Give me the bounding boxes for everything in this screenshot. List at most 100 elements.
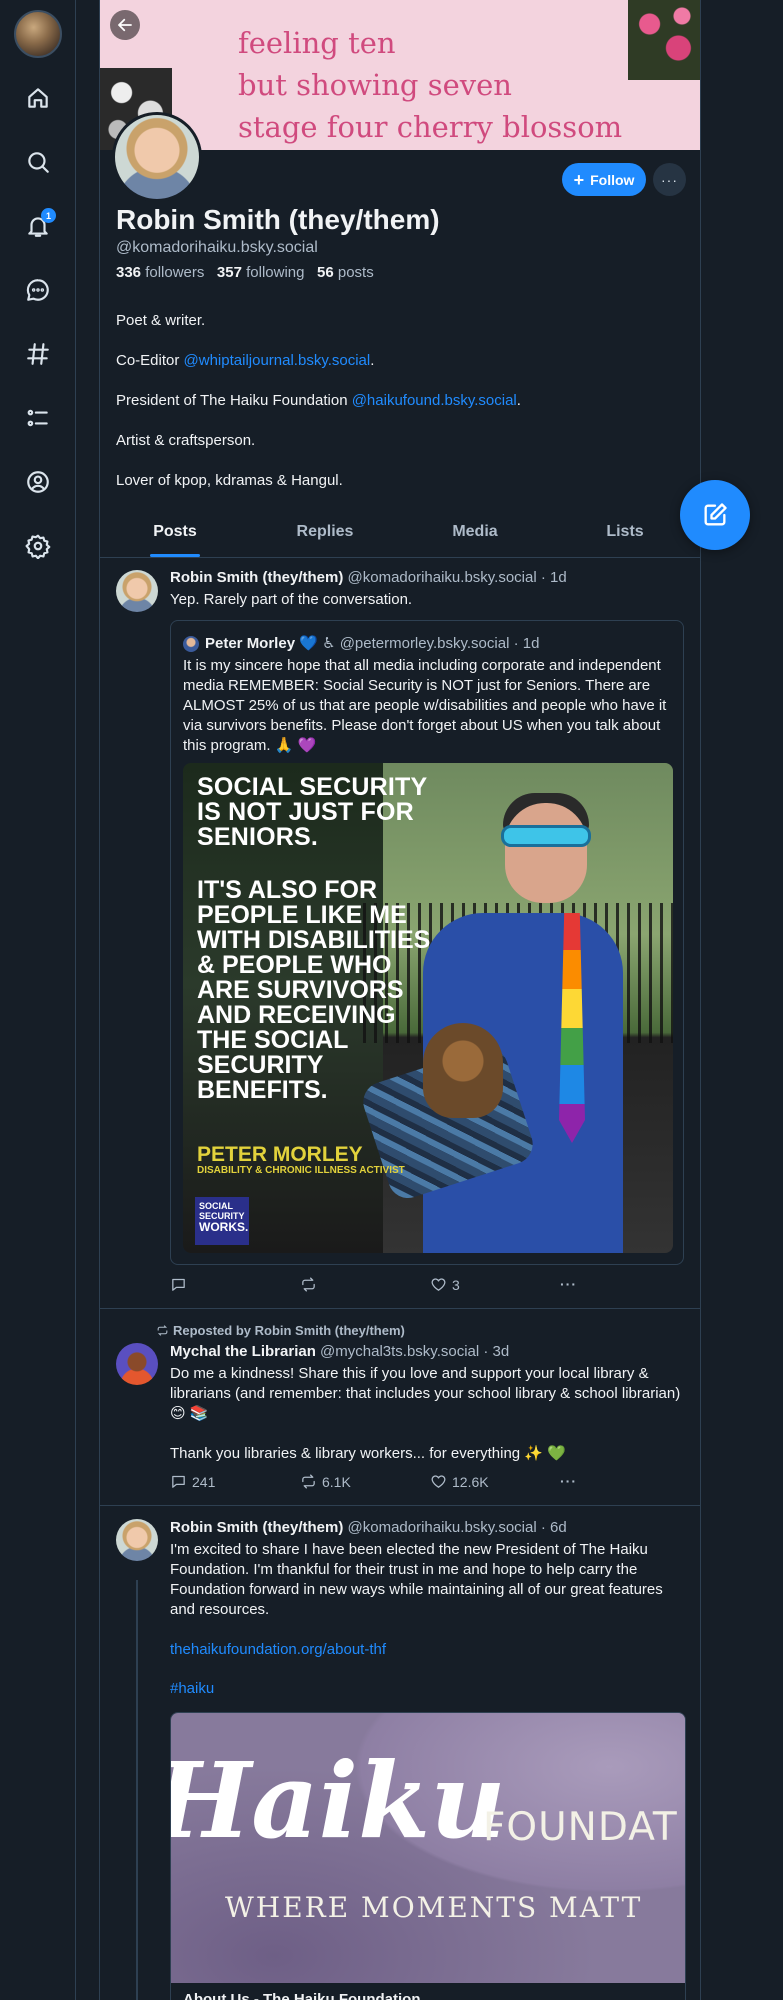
posts-stat: 56 posts [317, 264, 374, 281]
hashtag-icon[interactable] [22, 338, 54, 370]
logo-line: SOCIAL [199, 1201, 234, 1211]
reply-button[interactable] [170, 1276, 187, 1293]
reply-button[interactable]: 241 [170, 1473, 215, 1490]
profile-name: Robin Smith (they/them) [116, 204, 440, 235]
heart-icon [431, 1475, 446, 1488]
post-avatar[interactable] [116, 1519, 158, 1561]
post-text: Thank you libraries & library workers...… [170, 1445, 566, 1462]
heart-icon [431, 1278, 446, 1291]
follow-button[interactable]: + Follow [562, 163, 646, 196]
image-title: DISABILITY & CHRONIC ILLNESS ACTIVIST [197, 1165, 405, 1176]
like-button[interactable]: 12.6K [430, 1473, 489, 1490]
compose-button[interactable] [680, 480, 750, 550]
notifications-badge: 1 [41, 208, 56, 223]
plus-icon: + [573, 169, 585, 190]
tab-replies[interactable]: Replies [250, 508, 400, 557]
bio-line: Poet & writer. [116, 312, 206, 329]
following-link[interactable]: 357 following [217, 264, 305, 281]
reposted-by[interactable]: Reposted by Robin Smith (they/them) [156, 1323, 405, 1338]
external-link[interactable]: thehaikufoundation.org/about-thf [170, 1641, 386, 1658]
social-security-works-logo: SOCIAL SECURITY WORKS. [195, 1197, 249, 1245]
reply-icon [172, 1278, 185, 1291]
chat-icon[interactable] [22, 274, 54, 306]
banner-poem: feeling ten but showing seven stage four… [238, 22, 622, 148]
post-meta: @komadorihaiku.bsky.social · 1d [347, 569, 567, 586]
post-link: thehaikufoundation.org/about-thf [170, 1640, 690, 1660]
quote-image[interactable]: SOCIAL SECURITY IS NOT JUST FOR SENIORS.… [183, 763, 673, 1253]
reposted-by-label: Reposted by Robin Smith (they/them) [173, 1323, 405, 1338]
following-label: following [246, 264, 305, 281]
card-logo-foundation: FOUNDAT [483, 1805, 678, 1850]
repost-icon [302, 1474, 315, 1489]
profile-icon[interactable] [22, 466, 54, 498]
card-title: About Us - The Haiku Foundation [183, 1991, 421, 2000]
more-options-button[interactable]: ··· [653, 163, 686, 196]
repost-button[interactable]: 6.1K [300, 1473, 351, 1490]
search-icon[interactable] [22, 146, 54, 178]
post-header: Robin Smith (they/them) @komadorihaiku.b… [170, 1519, 567, 1536]
back-button[interactable] [110, 10, 140, 40]
more-icon[interactable]: ··· [560, 1276, 577, 1292]
banner-line: feeling ten [238, 26, 396, 60]
quote-badges: 💙 ♿ [299, 635, 336, 652]
logo-line: WORKS. [199, 1220, 249, 1234]
post-author[interactable]: Robin Smith (they/them) [170, 569, 343, 586]
quote-header: Peter Morley 💙 ♿ @petermorley.bsky.socia… [205, 634, 539, 652]
mention-link[interactable]: @whiptailjournal.bsky.social [184, 352, 371, 369]
image-person-head [505, 803, 587, 903]
banner-line: stage four cherry blossom [238, 110, 623, 144]
reply-icon [172, 1475, 185, 1488]
mention-link[interactable]: @haikufound.bsky.social [352, 392, 517, 409]
tab-posts[interactable]: Posts [100, 508, 250, 557]
banner-flower-image-right [628, 0, 700, 80]
arrow-left-icon [118, 18, 132, 32]
posts-count: 56 [317, 264, 334, 281]
image-name: PETER MORLEY [197, 1143, 363, 1166]
following-count: 357 [216, 264, 242, 281]
bio-line: Lover of kpop, kdramas & Hangul. [116, 472, 343, 489]
post-divider [100, 1505, 700, 1506]
bio-text: . [516, 392, 521, 409]
like-button[interactable]: 3 [430, 1276, 460, 1293]
profile-avatar[interactable] [112, 112, 202, 202]
bell-icon[interactable]: 1 [22, 208, 56, 242]
bio-line: Artist & craftsperson. [116, 432, 256, 449]
left-nav-rail: 1 [0, 0, 76, 2000]
followers-count: 336 [116, 264, 142, 281]
followers-link[interactable]: 336 followers [116, 264, 204, 281]
compose-icon [704, 503, 727, 526]
banner-line: but showing seven [238, 68, 512, 102]
bio-text: . [370, 352, 375, 369]
post-meta: @mychal3ts.bsky.social · 3d [320, 1343, 510, 1360]
post-divider [100, 1308, 700, 1309]
card-tagline: WHERE MOMENTS MATT [225, 1891, 643, 1924]
tab-media[interactable]: Media [400, 508, 550, 557]
profile-stats: 336 followers 357 following 56 posts [116, 264, 374, 281]
followers-label: followers [145, 264, 205, 281]
post-author[interactable]: Mychal the Librarian [170, 1343, 316, 1360]
more-icon[interactable]: ··· [560, 1473, 577, 1489]
home-icon[interactable] [22, 82, 54, 114]
repost-button[interactable] [300, 1276, 317, 1293]
post-avatar[interactable] [116, 1343, 158, 1385]
reply-count: 241 [192, 1473, 216, 1490]
gear-icon[interactable] [22, 530, 54, 562]
post-author[interactable]: Robin Smith (they/them) [170, 1519, 343, 1536]
thread-line [136, 1580, 138, 2000]
image-body-text: IT'S ALSO FOR PEOPLE LIKE ME WITH DISABI… [197, 876, 431, 1104]
tab-lists[interactable]: Lists [550, 508, 700, 557]
link-preview-card[interactable]: Haiku FOUNDAT WHERE MOMENTS MATT About U… [170, 1712, 686, 2000]
bio-line: President of The Haiku Foundation @haiku… [116, 392, 676, 432]
hashtag-link[interactable]: #haiku [170, 1680, 214, 1697]
current-user-avatar[interactable] [14, 10, 62, 58]
post-avatar[interactable] [116, 570, 158, 612]
post-header: Robin Smith (they/them) @komadorihaiku.b… [170, 569, 567, 586]
repost-count: 6.1K [322, 1473, 351, 1490]
list-icon[interactable] [22, 402, 54, 434]
post-text: Yep. Rarely part of the conversation. [170, 591, 413, 608]
post-meta: @komadorihaiku.bsky.social · 6d [347, 1519, 567, 1536]
post-actions: 3 ··· [170, 1276, 590, 1296]
bio-text: President of The Haiku Foundation [116, 392, 352, 409]
quoted-post[interactable]: Peter Morley 💙 ♿ @petermorley.bsky.socia… [170, 620, 684, 1265]
like-count: 3 [452, 1276, 460, 1293]
